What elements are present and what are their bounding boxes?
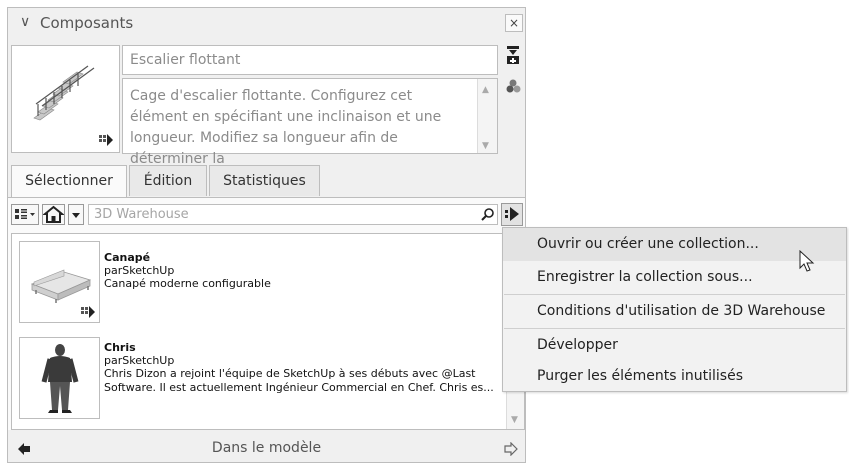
view-options-icon bbox=[15, 209, 35, 219]
mouse-cursor-icon bbox=[799, 250, 815, 272]
panel-title: Composants bbox=[40, 14, 134, 32]
details-dropdown-menu: Ouvrir ou créer une collection... Enregi… bbox=[502, 227, 847, 392]
close-button[interactable]: × bbox=[505, 14, 523, 32]
home-icon bbox=[42, 205, 65, 223]
component-thumbnail bbox=[11, 45, 120, 153]
menu-item-expand[interactable]: Développer bbox=[503, 329, 846, 362]
item-description: Chris Dizon a rejoint l'équipe de Sketch… bbox=[104, 367, 494, 394]
component-tools-icon[interactable] bbox=[99, 134, 113, 146]
component-tools-icon[interactable] bbox=[81, 306, 95, 318]
item-author: parSketchUp bbox=[104, 264, 175, 277]
details-menu-button[interactable] bbox=[501, 203, 523, 226]
list-item[interactable]: Chris parSketchUp Chris Dizon a rejoint … bbox=[12, 330, 524, 422]
components-scene-icon[interactable] bbox=[506, 78, 522, 94]
display-options-button[interactable] bbox=[11, 204, 39, 225]
menu-item-purge-unused[interactable]: Purger les éléments inutilisés bbox=[503, 360, 846, 393]
browser-toolbar: 3D Warehouse bbox=[8, 198, 525, 230]
menu-item-open-create-collection[interactable]: Ouvrir ou créer une collection... bbox=[503, 228, 846, 261]
forward-arrow-icon[interactable] bbox=[504, 442, 518, 456]
scroll-down-icon[interactable]: ▼ bbox=[482, 141, 489, 151]
navigation-dropdown-button[interactable] bbox=[68, 204, 84, 225]
list-item[interactable]: Canapé parSketchUp Canapé moderne config… bbox=[12, 234, 524, 326]
component-list: Canapé parSketchUp Canapé moderne config… bbox=[11, 233, 525, 430]
item-title[interactable]: Canapé bbox=[104, 251, 150, 264]
tab-select[interactable]: Sélectionner bbox=[11, 165, 127, 197]
chevron-down-icon[interactable]: ∨ bbox=[20, 14, 30, 30]
menu-item-save-collection-as[interactable]: Enregistrer la collection sous... bbox=[503, 261, 846, 294]
person-icon bbox=[41, 344, 79, 413]
component-description-field[interactable]: Cage d'escalier flottante. Configurez ce… bbox=[122, 78, 498, 167]
details-arrow-icon bbox=[505, 207, 519, 221]
home-button[interactable] bbox=[42, 204, 65, 225]
item-description: Canapé moderne configurable bbox=[104, 277, 271, 290]
item-thumbnail bbox=[19, 241, 100, 323]
scroll-up-icon[interactable]: ▲ bbox=[482, 85, 489, 95]
footer-collection-label[interactable]: Dans le modèle bbox=[8, 440, 525, 456]
component-description-text: Cage d'escalier flottante. Configurez ce… bbox=[130, 88, 442, 167]
panel-footer: Dans le modèle bbox=[8, 436, 525, 462]
tab-statistics[interactable]: Statistiques bbox=[209, 165, 320, 196]
search-icon[interactable] bbox=[480, 207, 495, 222]
item-thumbnail bbox=[19, 337, 100, 419]
item-author: parSketchUp bbox=[104, 354, 175, 367]
item-title[interactable]: Chris bbox=[104, 341, 136, 354]
select-tab-content: 3D Warehouse Canapé parSketchUp Canapé m… bbox=[8, 197, 525, 430]
components-panel: ∨ Composants × Escalier flottant Cage d'… bbox=[7, 7, 526, 463]
caret-down-icon bbox=[72, 213, 80, 218]
panel-title-bar[interactable]: ∨ Composants × bbox=[8, 8, 525, 38]
load-component-icon[interactable] bbox=[506, 46, 520, 64]
menu-item-3d-warehouse-terms[interactable]: Conditions d'utilisation de 3D Warehouse bbox=[503, 295, 846, 328]
scroll-down-icon[interactable]: ▼ bbox=[511, 415, 518, 425]
tab-edit[interactable]: Édition bbox=[129, 165, 207, 196]
component-name-field[interactable]: Escalier flottant bbox=[122, 45, 498, 75]
description-scrollbar[interactable]: ▲ ▼ bbox=[477, 79, 497, 153]
search-input[interactable]: 3D Warehouse bbox=[88, 204, 498, 225]
